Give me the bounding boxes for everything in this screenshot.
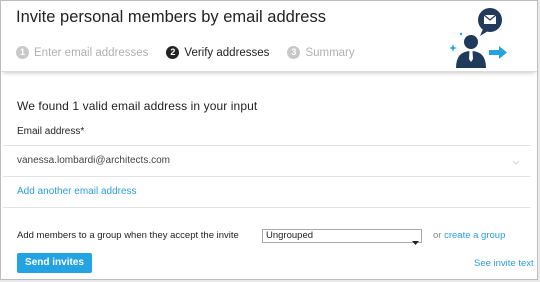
dialog-title: Invite personal members by email address	[16, 8, 326, 26]
found-message: We found 1 valid email address in your i…	[17, 99, 258, 113]
wizard-steps: 1 Enter email addresses 2 Verify address…	[16, 46, 373, 59]
step-label-1: Enter email addresses	[34, 46, 149, 59]
group-select-value: Ungrouped	[266, 230, 314, 241]
divider	[3, 207, 531, 208]
step-verify-addresses: 2 Verify addresses	[166, 46, 269, 59]
group-prompt: Add members to a group when they accept …	[17, 230, 239, 241]
email-value: vanessa.lombardi@architects.com	[17, 155, 170, 166]
step-label-2: Verify addresses	[184, 46, 270, 59]
or-text: or	[433, 230, 442, 241]
step-number-3: 3	[287, 46, 301, 59]
or-create-group: or create a group	[433, 230, 505, 241]
chevron-down-icon[interactable]	[511, 154, 521, 165]
group-select[interactable]: Ungrouped	[262, 229, 422, 245]
step-number-2: 2	[166, 46, 180, 59]
see-invite-text-link[interactable]: See invite text	[474, 258, 534, 269]
create-group-link[interactable]: create a group	[444, 230, 505, 241]
step-enter-emails: 1 Enter email addresses	[16, 46, 148, 59]
step-summary: 3 Summary	[287, 46, 355, 59]
add-another-email-link[interactable]: Add another email address	[17, 186, 137, 197]
dropdown-arrow-icon[interactable]	[412, 233, 419, 245]
email-address-label: Email address*	[17, 126, 85, 137]
step-label-3: Summary	[305, 46, 355, 59]
person-envelope-arrow-icon	[447, 6, 513, 70]
invite-dialog: Invite personal members by email address…	[0, 0, 538, 280]
step-number-1: 1	[16, 46, 29, 59]
email-row[interactable]: vanessa.lombardi@architects.com	[3, 145, 531, 177]
dialog-header: Invite personal members by email address…	[1, 1, 537, 72]
send-invites-button[interactable]: Send invites	[17, 253, 92, 273]
